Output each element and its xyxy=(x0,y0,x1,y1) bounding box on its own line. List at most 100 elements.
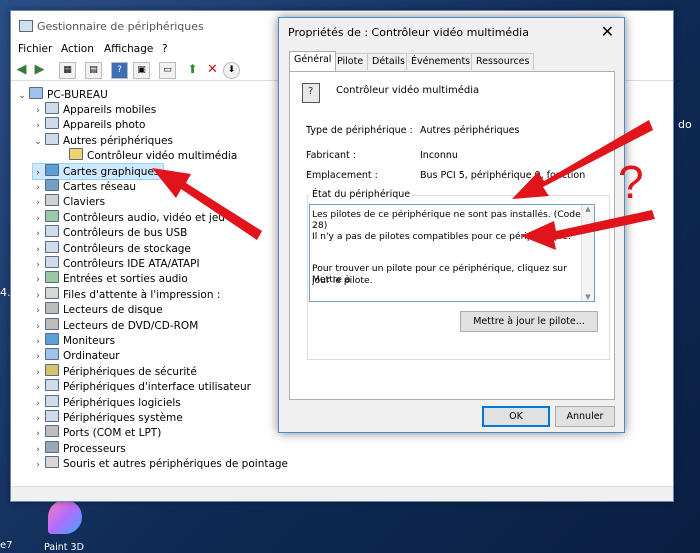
tree-item-label: Périphériques d'interface utilisateur xyxy=(63,381,251,394)
tree-item-label: Ordinateur xyxy=(63,350,120,363)
tree-item[interactable]: › Claviers xyxy=(33,194,105,209)
maker-label: Fabricant : xyxy=(306,150,357,161)
window-title: Gestionnaire de périphériques xyxy=(37,20,204,33)
dialog-close-button[interactable]: ✕ xyxy=(601,22,614,41)
device-category-icon xyxy=(45,379,59,392)
tree-item[interactable]: › Ordinateur xyxy=(33,348,120,363)
tree-item[interactable]: › Entrées et sorties audio xyxy=(33,271,188,286)
scan-hardware-icon[interactable]: ▭ xyxy=(159,62,176,79)
device-tree: ⌄ PC-BUREAU › Appareils mobiles › Appareils … xyxy=(11,87,288,487)
tree-item[interactable]: › Périphériques d'interface utilisateur xyxy=(33,379,251,394)
tree-item-label: Appareils mobiles xyxy=(63,104,157,116)
device-category-icon xyxy=(45,102,59,114)
status-line-1: Les pilotes de ce périphérique ne sont p… xyxy=(312,209,581,231)
device-category-icon xyxy=(45,302,59,315)
status-group-label: État du périphérique xyxy=(310,189,413,200)
tree-item[interactable]: › Contrôleurs audio, vidéo et jeu xyxy=(33,209,225,225)
warning-device-icon xyxy=(69,148,83,161)
tree-item[interactable]: Contrôleur vidéo multimédia xyxy=(57,148,237,163)
tab-general[interactable]: Général xyxy=(289,51,337,71)
tree-item-label: Appareils photo xyxy=(63,119,146,132)
tree-item-label: Cartes réseau xyxy=(63,181,137,193)
tree-item-label: Entrées et sorties audio xyxy=(63,273,188,286)
device-category-icon xyxy=(45,394,59,407)
ok-button[interactable]: OK xyxy=(482,406,550,427)
update-driver-icon[interactable]: ⬆ xyxy=(185,62,200,77)
tab-ressources[interactable]: Ressources xyxy=(471,53,535,70)
menu-affichage[interactable]: Affichage xyxy=(104,43,153,55)
horizontal-scrollbar[interactable] xyxy=(11,486,673,501)
device-category-icon xyxy=(45,410,59,422)
device-category-icon xyxy=(45,425,59,438)
status-line-2: Il n'y a pas de pilotes compatibles pour… xyxy=(312,231,571,242)
menu-action[interactable]: Action xyxy=(61,43,94,55)
tree-item[interactable]: › Périphériques logiciels xyxy=(33,394,181,410)
disable-device-icon[interactable]: ⬇ xyxy=(223,62,240,79)
document-icon[interactable]: ▤ xyxy=(85,62,102,79)
tree-item-label: Moniteurs xyxy=(63,335,116,347)
location-label: Emplacement : xyxy=(306,170,378,181)
tree-item[interactable]: › Contrôleurs IDE ATA/ATAPI xyxy=(33,256,200,271)
tree-item[interactable]: › Souris et autres périphériques de point… xyxy=(33,456,288,471)
device-category-icon xyxy=(45,194,59,207)
tab-evenements[interactable]: Événements xyxy=(406,53,476,70)
tree-item[interactable]: › Appareils photo xyxy=(33,117,145,132)
device-warning-icon: ? xyxy=(302,83,320,103)
update-driver-button[interactable]: Mettre à jour le pilote... xyxy=(460,311,598,332)
tree-root[interactable]: ⌄ PC-BUREAU xyxy=(17,87,108,102)
tab-pilote[interactable]: Pilote xyxy=(332,53,369,70)
chevron-right-icon[interactable]: › xyxy=(33,458,43,473)
tree-item[interactable]: › Cartes graphiques xyxy=(31,162,165,180)
paint3d-icon xyxy=(48,500,82,534)
help-icon[interactable]: ? xyxy=(111,62,128,79)
tree-item-label: Lecteurs de DVD/CD-ROM xyxy=(63,319,199,332)
chevron-down-icon[interactable]: ⌄ xyxy=(33,135,43,150)
type-label: Type de périphérique : xyxy=(306,125,413,136)
dialog-title: Propriétés de : Contrôleur vidéo multimé… xyxy=(288,26,529,39)
tree-item-label: Claviers xyxy=(63,196,106,209)
tree-item-label: Périphériques système xyxy=(63,412,183,424)
tree-item[interactable]: › Moniteurs xyxy=(33,333,115,348)
tree-item-label: Ports (COM et LPT) xyxy=(63,427,162,440)
tree-item-label: Contrôleur vidéo multimédia xyxy=(87,150,238,163)
forward-arrow-icon[interactable]: ▶ xyxy=(32,62,47,77)
view-icon[interactable]: ▣ xyxy=(133,62,150,79)
tree-item-label: Contrôleurs audio, vidéo et jeu xyxy=(63,211,225,224)
device-category-icon xyxy=(45,179,59,191)
tree-item[interactable]: › Files d'attente à l'impression : xyxy=(33,286,220,302)
status-scrollbar[interactable]: ▲ ▼ xyxy=(581,205,594,301)
tree-item[interactable]: › Processeurs xyxy=(33,440,126,456)
tree-item[interactable]: › Contrôleurs de bus USB xyxy=(33,225,187,240)
tree-item[interactable]: › Appareils mobiles xyxy=(33,102,156,117)
menu-fichier[interactable]: Fichier xyxy=(18,43,52,55)
device-category-icon xyxy=(45,271,59,284)
tree-item-label: Contrôleurs de stockage xyxy=(63,242,191,255)
device-category-icon xyxy=(45,440,59,453)
tree-item[interactable]: › Ports (COM et LPT) xyxy=(33,425,161,440)
device-category-icon xyxy=(45,163,59,176)
paint3d-shortcut[interactable]: Paint 3D xyxy=(40,500,90,553)
maker-value: Inconnu xyxy=(420,150,458,161)
properties-grid-icon[interactable]: ▦ xyxy=(59,62,76,79)
desktop-label-left: e7 xyxy=(0,540,13,551)
tree-item[interactable]: › Lecteurs de disque xyxy=(33,302,163,317)
device-category-icon xyxy=(45,363,59,376)
tree-item-label: Périphériques logiciels xyxy=(63,396,181,409)
device-category-icon xyxy=(45,456,59,469)
tree-item[interactable]: › Périphériques système xyxy=(33,410,183,425)
tab-details[interactable]: Détails xyxy=(367,53,410,70)
tree-item[interactable]: › Périphériques de sécurité xyxy=(33,363,197,379)
status-textbox[interactable]: Les pilotes de ce périphérique ne sont p… xyxy=(309,204,595,302)
menu-help[interactable]: ? xyxy=(162,43,168,55)
cancel-button[interactable]: Annuler xyxy=(555,406,615,427)
tree-item[interactable]: › Cartes réseau xyxy=(33,179,136,194)
back-arrow-icon[interactable]: ◀ xyxy=(14,62,29,77)
tree-item[interactable]: ⌄ Autres périphériques xyxy=(33,132,173,150)
device-name: Contrôleur vidéo multimédia xyxy=(336,85,480,96)
uninstall-icon[interactable]: ✕ xyxy=(205,62,220,77)
type-value: Autres périphériques xyxy=(420,125,520,136)
tree-item[interactable]: › Contrôleurs de stockage xyxy=(33,240,191,256)
tree-item[interactable]: › Lecteurs de DVD/CD-ROM xyxy=(33,317,199,333)
status-line-4: jour le pilote. xyxy=(312,275,373,286)
tree-item-label: Souris et autres périphériques de pointa… xyxy=(63,458,289,471)
